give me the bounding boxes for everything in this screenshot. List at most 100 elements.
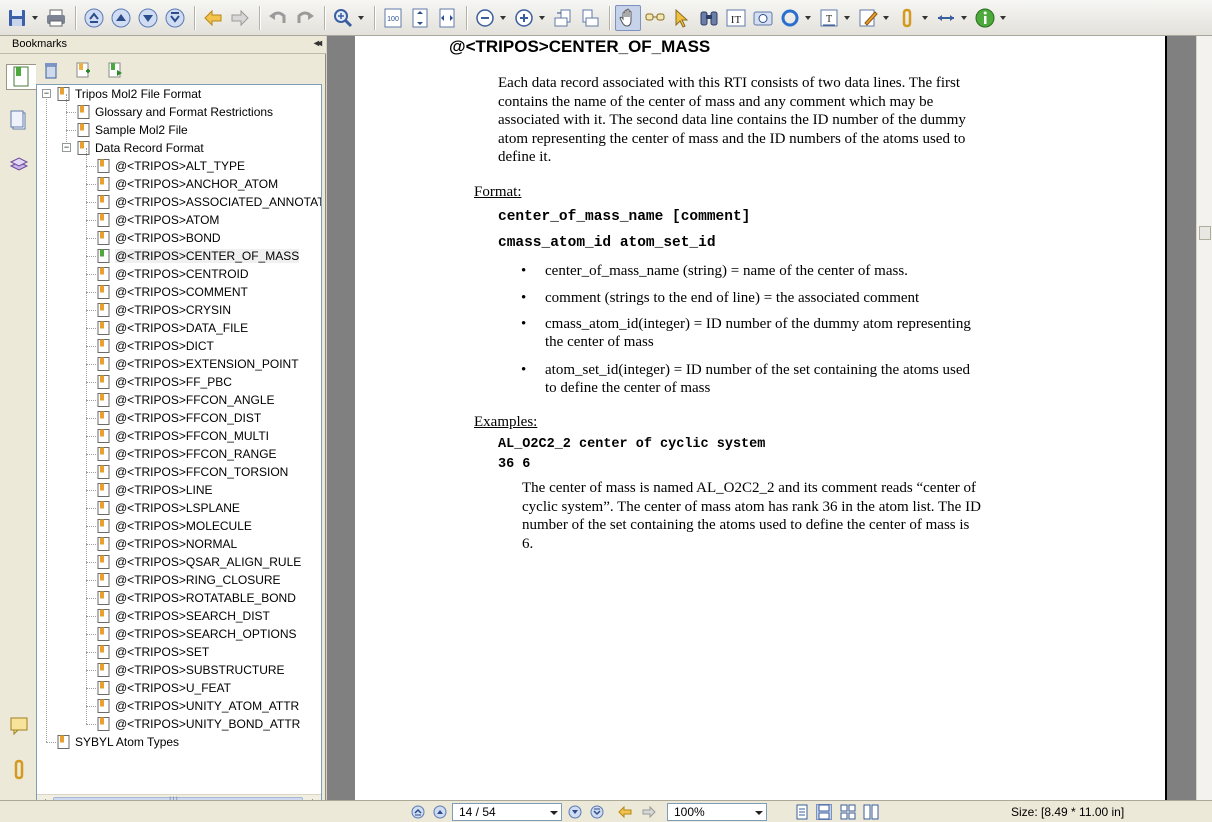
bookmark-item[interactable]: @<TRIPOS>FFCON_ANGLE <box>97 391 275 409</box>
bookmark-item[interactable]: @<TRIPOS>RING_CLOSURE <box>97 571 281 589</box>
comment-dropdown[interactable] <box>882 5 890 31</box>
rotate-left-icon[interactable] <box>550 5 576 31</box>
info-dropdown[interactable] <box>999 5 1007 31</box>
zoom-tool-icon[interactable] <box>330 5 356 31</box>
bookmark-properties-icon[interactable] <box>104 59 126 81</box>
text-viewer-icon[interactable] <box>642 5 668 31</box>
bookmark-item[interactable]: @<TRIPOS>MOLECULE <box>97 517 252 535</box>
previous-page-icon[interactable] <box>432 804 448 820</box>
snapshot-icon[interactable] <box>750 5 776 31</box>
undo-icon[interactable] <box>265 5 291 31</box>
shapes-circle-icon[interactable] <box>777 5 803 31</box>
bookmark-item[interactable]: @<TRIPOS>ASSOCIATED_ANNOTAT <box>97 193 321 211</box>
attach-dropdown[interactable] <box>921 5 929 31</box>
redo-icon[interactable] <box>292 5 318 31</box>
next-page-icon[interactable] <box>567 804 583 820</box>
form-field-icon[interactable]: T <box>816 5 842 31</box>
zoom-tool-dropdown[interactable] <box>357 5 365 31</box>
rotate-right-icon[interactable] <box>577 5 603 31</box>
bookmark-item[interactable]: @<TRIPOS>ROTATABLE_BOND <box>97 589 296 607</box>
comments-tab-icon[interactable] <box>6 712 32 738</box>
hand-tool-icon[interactable] <box>615 4 641 31</box>
collapse-panel-button[interactable]: ◂◂ <box>314 38 322 49</box>
bookmark-item[interactable]: @<TRIPOS>DICT <box>97 337 214 355</box>
first-page-icon[interactable] <box>81 5 107 31</box>
bookmark-item[interactable]: Glossary and Format Restrictions <box>77 103 273 121</box>
fit-page-icon[interactable] <box>407 5 433 31</box>
bookmark-item[interactable]: @<TRIPOS>CENTROID <box>97 265 249 283</box>
actual-size-icon[interactable]: 100 <box>380 5 406 31</box>
layers-tab-icon[interactable] <box>6 152 32 178</box>
save-dropdown[interactable] <box>31 5 39 31</box>
bookmark-item[interactable]: @<TRIPOS>CRYSIN <box>97 301 231 319</box>
attach-paperclip-icon[interactable] <box>894 5 920 31</box>
bookmark-item[interactable]: @<TRIPOS>EXTENSION_POINT <box>97 355 299 373</box>
bookmark-item[interactable]: @<TRIPOS>COMMENT <box>97 283 248 301</box>
single-page-view-icon[interactable] <box>794 804 810 820</box>
info-icon[interactable] <box>972 5 998 31</box>
bookmark-item[interactable]: @<TRIPOS>LSPLANE <box>97 499 240 517</box>
find-binoculars-icon[interactable] <box>696 5 722 31</box>
typewriter-icon[interactable]: IT <box>723 5 749 31</box>
bookmark-item-root[interactable]: Tripos Mol2 File Format <box>57 85 201 103</box>
bookmark-item[interactable]: @<TRIPOS>FFCON_DIST <box>97 409 261 427</box>
bookmark-item[interactable]: @<TRIPOS>SEARCH_DIST <box>97 607 270 625</box>
bookmark-item[interactable]: @<TRIPOS>ALT_TYPE <box>97 157 245 175</box>
vertical-scrollbar[interactable] <box>1196 36 1212 800</box>
bookmark-item[interactable]: @<TRIPOS>ATOM <box>97 211 219 229</box>
zoom-out-dropdown[interactable] <box>499 5 507 31</box>
last-page-icon[interactable] <box>589 804 605 820</box>
bookmark-item-root[interactable]: SYBYL Atom Types <box>57 733 179 751</box>
zoom-in-icon[interactable] <box>511 5 537 31</box>
collapse-root-toggle[interactable]: − <box>42 89 51 98</box>
bookmark-item[interactable]: @<TRIPOS>FFCON_RANGE <box>97 445 277 463</box>
bookmark-item[interactable]: @<TRIPOS>SEARCH_OPTIONS <box>97 625 297 643</box>
bookmark-item[interactable]: @<TRIPOS>FFCON_MULTI <box>97 427 269 445</box>
bookmark-item[interactable]: @<TRIPOS>UNITY_ATOM_ATTR <box>97 697 299 715</box>
bookmark-item[interactable]: @<TRIPOS>LINE <box>97 481 213 499</box>
bookmark-item[interactable]: @<TRIPOS>FFCON_TORSION <box>97 463 288 481</box>
bookmark-item[interactable]: @<TRIPOS>ANCHOR_ATOM <box>97 175 278 193</box>
bookmark-item[interactable]: @<TRIPOS>SET <box>97 643 209 661</box>
vertical-scroll-thumb[interactable] <box>1199 226 1211 240</box>
attachments-tab-icon[interactable] <box>6 756 32 782</box>
form-field-dropdown[interactable] <box>843 5 851 31</box>
zoom-in-dropdown[interactable] <box>538 5 546 31</box>
bookmark-item[interactable]: @<TRIPOS>QSAR_ALIGN_RULE <box>97 553 301 571</box>
bookmark-item[interactable]: @<TRIPOS>FF_PBC <box>97 373 232 391</box>
facing-view-icon[interactable] <box>840 804 856 820</box>
bookmark-item[interactable]: @<TRIPOS>SUBSTRUCTURE <box>97 661 285 679</box>
measure-icon[interactable] <box>933 5 959 31</box>
bookmark-item-selected[interactable]: @<TRIPOS>CENTER_OF_MASS <box>97 247 300 265</box>
continuous-facing-view-icon[interactable] <box>863 804 879 820</box>
last-page-icon[interactable] <box>162 5 188 31</box>
go-back-icon[interactable] <box>617 804 633 820</box>
measure-dropdown[interactable] <box>960 5 968 31</box>
bookmark-item[interactable]: Sample Mol2 File <box>77 121 188 139</box>
save-icon[interactable] <box>4 5 30 31</box>
bookmark-item[interactable]: @<TRIPOS>BOND <box>97 229 221 247</box>
pages-tab-icon[interactable] <box>6 108 32 134</box>
collapse-section-toggle[interactable]: − <box>62 143 71 152</box>
print-icon[interactable] <box>43 5 69 31</box>
continuous-view-icon[interactable] <box>816 804 832 820</box>
bookmark-item[interactable]: @<TRIPOS>UNITY_BOND_ATTR <box>97 715 300 733</box>
fit-width-icon[interactable] <box>434 5 460 31</box>
select-arrow-icon[interactable] <box>669 5 695 31</box>
go-back-icon[interactable] <box>200 5 226 31</box>
comment-pencil-icon[interactable] <box>855 5 881 31</box>
bookmarks-tab-icon[interactable] <box>6 64 36 90</box>
bookmark-item[interactable]: @<TRIPOS>NORMAL <box>97 535 237 553</box>
zoom-out-icon[interactable] <box>472 5 498 31</box>
go-forward-icon[interactable] <box>227 5 253 31</box>
chevron-down-icon[interactable] <box>550 811 558 815</box>
bookmark-item[interactable]: @<TRIPOS>DATA_FILE <box>97 319 248 337</box>
previous-page-icon[interactable] <box>108 5 134 31</box>
next-page-icon[interactable] <box>135 5 161 31</box>
go-forward-icon[interactable] <box>641 804 657 820</box>
bookmark-item[interactable]: @<TRIPOS>U_FEAT <box>97 679 231 697</box>
page-number-input[interactable]: 14 / 54 <box>452 803 562 821</box>
shapes-dropdown[interactable] <box>804 5 812 31</box>
delete-bookmark-icon[interactable] <box>40 59 62 81</box>
zoom-level-select[interactable]: 100% <box>667 803 767 821</box>
